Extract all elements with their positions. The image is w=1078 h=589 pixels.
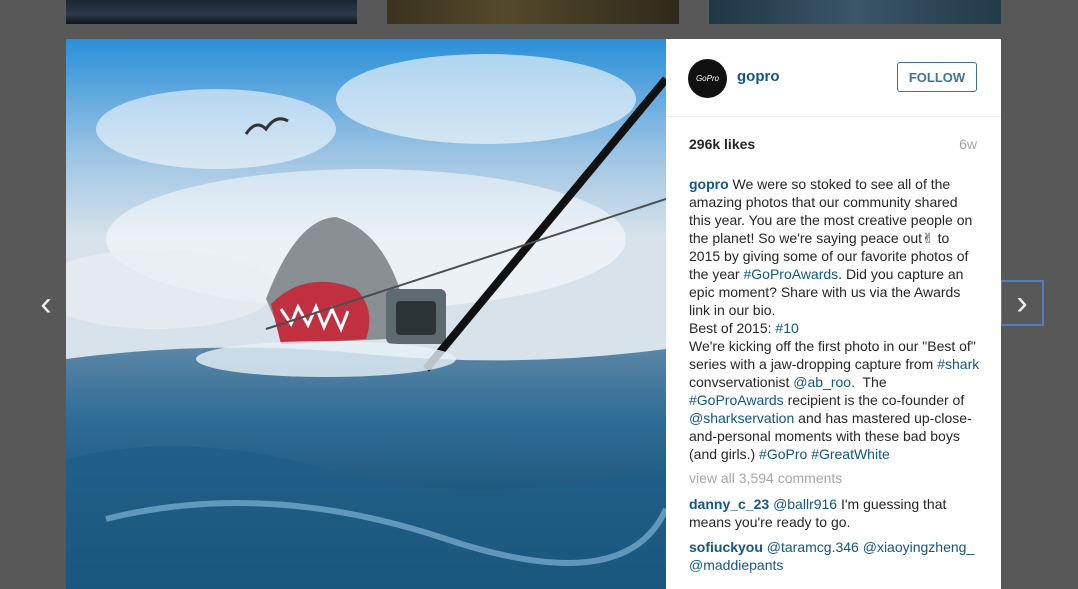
post-photo[interactable]: [66, 39, 666, 589]
likes-count[interactable]: 296k likes: [689, 136, 755, 152]
hashtag-link[interactable]: #shark: [937, 356, 979, 372]
hashtag-link[interactable]: #10: [775, 320, 798, 336]
shark-photo-image: [66, 39, 666, 589]
post-header: GoPro gopro FOLLOW: [666, 39, 1001, 117]
caption-author[interactable]: gopro: [689, 176, 729, 192]
mention-link[interactable]: @ab_roo: [793, 374, 851, 390]
view-all-comments-link[interactable]: view all 3,594 comments: [689, 470, 842, 486]
avatar[interactable]: GoPro: [688, 59, 727, 98]
comment-username[interactable]: sofiuckyou: [689, 539, 763, 555]
hashtag-link[interactable]: #GoProAwards: [743, 266, 838, 282]
scroll-fade: [666, 567, 1001, 589]
next-arrow-icon[interactable]: ›: [1000, 280, 1044, 326]
mention-link[interactable]: @sharkservation: [689, 410, 794, 426]
hashtag-link[interactable]: #GreatWhite: [811, 446, 890, 462]
caption-text-6: recipient is the co-founder of: [783, 392, 969, 408]
mention-link[interactable]: @xiaoyingzheng_: [863, 539, 975, 555]
comment-username[interactable]: danny_c_23: [689, 496, 769, 512]
caption-text-5: . The: [851, 374, 891, 390]
post-age[interactable]: 6w: [959, 136, 977, 152]
prev-arrow-icon[interactable]: ‹: [24, 283, 68, 327]
mention-link[interactable]: @taramcg.346: [767, 539, 859, 555]
hashtag-link[interactable]: #GoProAwards: [689, 392, 784, 408]
follow-button[interactable]: FOLLOW: [897, 62, 977, 92]
thumbnail-3[interactable]: [709, 0, 1001, 24]
post-panel: GoPro gopro FOLLOW 296k likes 6w gopro W…: [666, 39, 1001, 589]
hashtag-link[interactable]: #GoPro: [759, 446, 807, 462]
post-caption: gopro We were so stoked to see all of th…: [689, 175, 981, 463]
header-username[interactable]: gopro: [737, 68, 780, 85]
mention-link[interactable]: @ballr916: [773, 496, 837, 512]
comment: danny_c_23 @ballr916 I'm guessing that m…: [689, 495, 981, 531]
thumbnail-2[interactable]: [387, 0, 679, 24]
thumbnail-1[interactable]: [66, 0, 357, 24]
